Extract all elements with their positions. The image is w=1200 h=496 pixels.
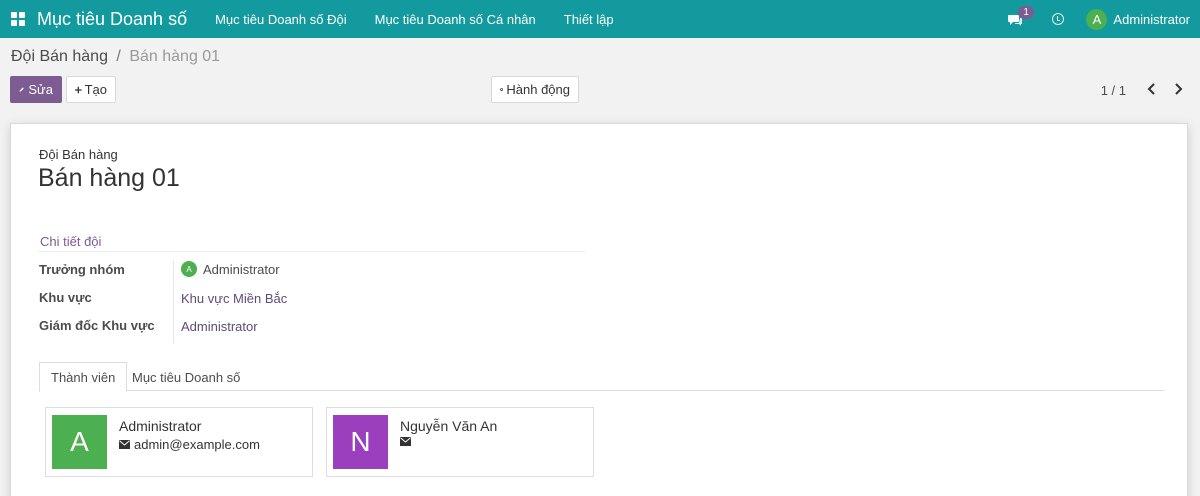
app-brand[interactable]: Mục tiêu Doanh số (37, 9, 187, 30)
chevron-left-icon[interactable] (1146, 82, 1158, 96)
tab-sales-targets[interactable]: Mục tiêu Doanh số (121, 362, 251, 392)
breadcrumb-separator: / (116, 48, 121, 65)
user-avatar: A (1086, 8, 1108, 30)
user-name: Administrator (1113, 11, 1190, 27)
top-navbar: Mục tiêu Doanh số Mục tiêu Doanh số Đội … (0, 0, 1200, 38)
create-button-label: Tạo (84, 82, 107, 97)
record-label: Đội Bán hàng (39, 147, 118, 162)
form-sheet: Đội Bán hàng Bán hàng 01 Chi tiết đội Tr… (10, 123, 1188, 496)
pencil-icon (19, 87, 24, 92)
edit-button[interactable]: Sửa (10, 76, 62, 103)
chevron-right-icon[interactable] (1172, 82, 1184, 96)
member-card[interactable]: N Nguyễn Văn An (326, 407, 594, 477)
member-avatar: A (52, 415, 107, 469)
record-title: Bán hàng 01 (38, 164, 180, 192)
apps-menu-icon[interactable] (11, 12, 25, 26)
member-email: admin@example.com (134, 437, 260, 452)
member-name: Administrator (119, 418, 202, 434)
breadcrumb: Đội Bán hàng / Bán hàng 01 (11, 48, 220, 66)
field-value-team-leader[interactable]: A Administrator (181, 261, 280, 277)
messaging-menu[interactable]: 1 (1008, 6, 1034, 29)
field-label-region: Khu vực (39, 290, 92, 305)
envelope-icon (119, 440, 130, 449)
field-value-region-director[interactable]: Administrator (181, 319, 258, 334)
action-button-label: Hành động (506, 82, 570, 97)
member-avatar: N (333, 415, 388, 469)
menu-settings[interactable]: Thiết lập (550, 12, 628, 27)
user-menu[interactable]: A Administrator (1086, 8, 1190, 30)
group-title: Chi tiết đội (40, 234, 102, 249)
edit-button-label: Sửa (28, 82, 53, 97)
member-email-row: admin@example.com (119, 437, 260, 452)
breadcrumb-current: Bán hàng 01 (129, 48, 221, 65)
notebook-tabs: Thành viên Mục tiêu Doanh số (39, 362, 1164, 392)
create-button[interactable]: Tạo (66, 76, 116, 103)
member-name: Nguyễn Văn An (400, 418, 498, 434)
activity-clock-icon[interactable] (1052, 13, 1065, 25)
field-separator (173, 261, 174, 343)
breadcrumb-parent[interactable]: Đội Bán hàng (11, 48, 108, 65)
field-label-team-leader: Trưởng nhóm (39, 262, 125, 277)
menu-team-targets[interactable]: Mục tiêu Doanh số Đội (201, 12, 361, 27)
plus-icon (75, 86, 82, 93)
pager-value[interactable]: 1 / 1 (1101, 83, 1126, 98)
field-label-region-director: Giám đốc Khu vực (39, 318, 155, 333)
team-leader-name: Administrator (203, 261, 280, 277)
tab-members[interactable]: Thành viên (39, 362, 128, 392)
member-card[interactable]: A Administrator admin@example.com (45, 407, 313, 477)
field-value-region[interactable]: Khu vực Miền Bắc (181, 291, 287, 306)
gear-icon (500, 87, 504, 92)
member-email-row (400, 437, 415, 446)
action-button[interactable]: Hành động (491, 76, 579, 103)
group-divider (38, 251, 585, 252)
avatar: A (181, 261, 197, 277)
menu-personal-targets[interactable]: Mục tiêu Doanh số Cá nhân (361, 12, 550, 27)
envelope-icon (400, 437, 411, 446)
chat-count-badge: 1 (1018, 6, 1034, 19)
